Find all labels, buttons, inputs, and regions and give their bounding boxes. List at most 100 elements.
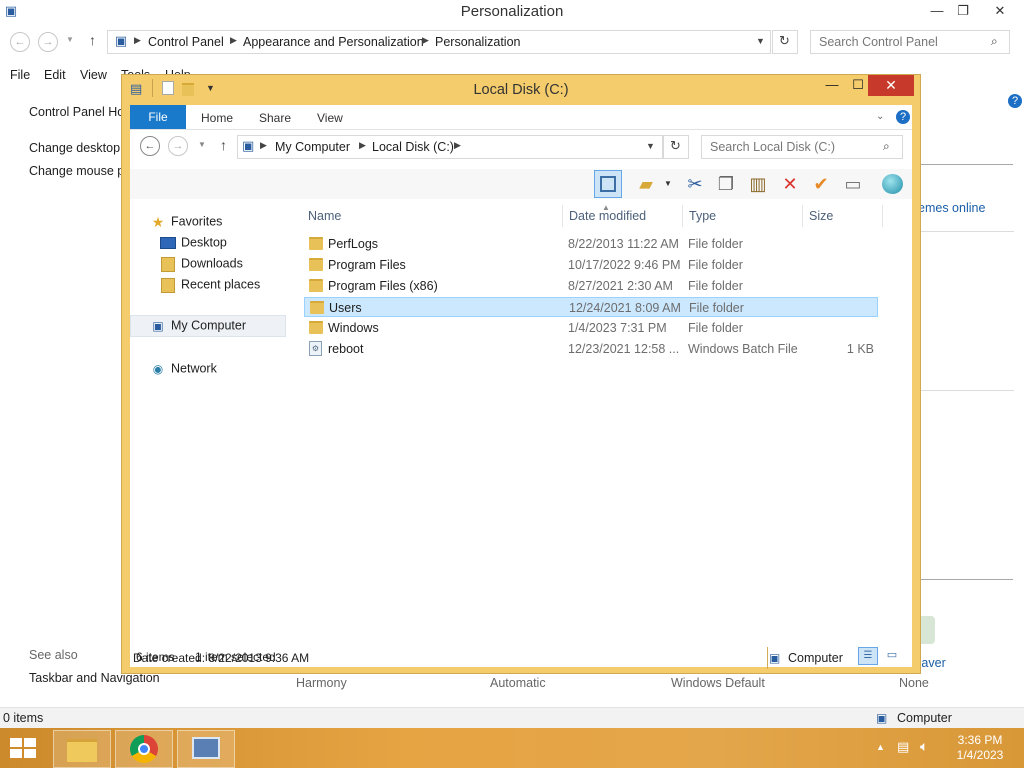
search-placeholder: Search Local Disk (C:) (710, 140, 836, 154)
volume-icon[interactable]: 🔈︎ (920, 738, 928, 755)
network-tray-icon[interactable]: ▤ (897, 739, 909, 755)
tab-share[interactable]: Share (259, 111, 291, 125)
background-address-bar[interactable]: ▣ ▶ Control Panel ▶ Appearance and Perso… (107, 30, 771, 54)
file-type: File folder (688, 258, 743, 272)
folder-icon (309, 237, 323, 250)
breadcrumb-separator: ▶ (359, 140, 366, 150)
nav-network[interactable]: ◉ Network (150, 361, 217, 381)
tab-view[interactable]: View (317, 111, 343, 125)
recent-locations-icon[interactable]: ▼ (198, 140, 206, 149)
up-arrow-icon[interactable]: ↑ (220, 137, 227, 153)
nav-favorites[interactable]: ★ Favorites (150, 214, 223, 234)
explorer-minimize-button[interactable]: — (818, 75, 846, 96)
file-row-program-files[interactable]: Program Files 10/17/2022 9:46 PM File fold… (304, 255, 878, 275)
file-date: 12/23/2021 12:58 ... (568, 342, 680, 356)
chevron-down-icon[interactable]: ▼ (756, 36, 765, 46)
menu-view[interactable]: View (80, 68, 107, 82)
menu-file[interactable]: File (10, 68, 30, 82)
preview-pane-button[interactable] (594, 170, 622, 198)
explorer-close-button[interactable]: ✕ (868, 75, 914, 96)
details-location: Computer (788, 651, 843, 665)
explorer-back-button[interactable]: ← (140, 136, 160, 156)
chevron-down-icon[interactable]: ▼ (646, 141, 655, 151)
tab-home[interactable]: Home (201, 111, 233, 125)
desktop-background-harmony[interactable]: Harmony (296, 676, 347, 690)
breadcrumb-control-panel[interactable]: Control Panel (148, 35, 224, 49)
breadcrumb-appearance[interactable]: Appearance and Personalization (243, 35, 424, 49)
file-row-users[interactable]: Users 12/24/2021 8:09 AM File folder (304, 297, 878, 317)
computer-icon: ▣ (152, 319, 164, 333)
explorer-search-input[interactable]: Search Local Disk (C:) ⌕ (701, 135, 903, 159)
column-date-modified[interactable]: Date modified (569, 209, 646, 223)
file-row-perflogs[interactable]: PerfLogs 8/22/2013 11:22 AM File folder (304, 234, 878, 254)
close-button[interactable]: ✕ (985, 0, 1015, 22)
background-status-location: Computer (897, 711, 952, 725)
delete-icon[interactable]: ✕ (776, 170, 804, 198)
nav-downloads[interactable]: Downloads (160, 256, 243, 276)
help-icon[interactable]: ? (896, 110, 910, 124)
explorer-address-row: ← → ▼ ↑ ▣ ▶ My Computer ▶ Local Disk (C:… (130, 133, 912, 163)
column-name[interactable]: Name (308, 209, 341, 223)
file-explorer-icon (67, 739, 97, 762)
menu-edit[interactable]: Edit (44, 68, 66, 82)
taskbar-file-explorer[interactable] (53, 730, 111, 768)
taskbar-clock[interactable]: 3:36 PM 1/4/2023 (950, 733, 1010, 763)
control-panel-icon: ▣ (114, 33, 128, 48)
rename-icon[interactable]: ▭ (839, 170, 867, 198)
breadcrumb-local-disk[interactable]: Local Disk (C:) (372, 140, 454, 154)
explorer-forward-button[interactable]: → (168, 136, 188, 156)
tab-file[interactable]: File (130, 105, 186, 129)
ribbon-tabs: File Home Share View ⌄ ? (130, 105, 912, 130)
file-row-windows[interactable]: Windows 1/4/2023 7:31 PM File folder (304, 318, 878, 338)
recent-dropdown-icon[interactable]: ▼ (66, 35, 74, 44)
back-button[interactable]: ← (10, 32, 30, 52)
screen-saver-none[interactable]: None (899, 676, 929, 690)
paste-icon[interactable]: ▥ (744, 170, 772, 198)
folder-icon (310, 301, 324, 314)
file-date: 12/24/2021 8:09 AM (569, 301, 681, 315)
network-globe-icon[interactable] (879, 170, 907, 198)
folder-icon (309, 321, 323, 334)
downloads-icon (160, 256, 176, 272)
nav-recent-places[interactable]: Recent places (160, 277, 260, 297)
explorer-address-bar[interactable]: ▣ ▶ My Computer ▶ Local Disk (C:) ▶ ▼ (237, 135, 663, 159)
file-row-program-files-x86[interactable]: Program Files (x86) 8/27/2021 2:30 AM File… (304, 276, 878, 296)
column-size[interactable]: Size (809, 209, 833, 223)
file-date: 8/22/2013 11:22 AM (568, 237, 679, 251)
file-type: Windows Batch File (688, 342, 798, 356)
folder-options-icon[interactable]: ▰ (632, 170, 660, 198)
background-titlebar: ▣ Personalization — ❐ ✕ (0, 0, 1024, 24)
up-arrow-icon[interactable]: ↑ (89, 32, 96, 48)
sounds-windows-default[interactable]: Windows Default (671, 676, 765, 690)
cut-icon[interactable]: ✂ (681, 170, 709, 198)
file-type: File folder (688, 279, 743, 293)
copy-icon[interactable]: ❐ (712, 170, 740, 198)
forward-button[interactable]: → (38, 32, 58, 52)
column-type[interactable]: Type (689, 209, 716, 223)
background-address-row: ← → ▼ ↑ ▣ ▶ Control Panel ▶ Appearance a… (0, 28, 1024, 56)
taskbar-control-panel[interactable] (177, 730, 235, 768)
nav-desktop[interactable]: Desktop (160, 235, 227, 255)
show-hidden-icons-icon[interactable]: ▲ (876, 742, 885, 752)
properties-check-icon[interactable]: ✔ (807, 170, 835, 198)
explorer-toolbar: ▰ ▼ ✂ ❐ ▥ ✕ ✔ ▭ (130, 169, 912, 199)
file-row-reboot[interactable]: ⚙ reboot 12/23/2021 12:58 ... Windows Batch… (304, 339, 878, 359)
explorer-refresh-button[interactable]: ↻ (663, 135, 689, 159)
restore-button[interactable]: ❐ (948, 0, 978, 22)
batch-file-icon: ⚙ (309, 341, 322, 356)
explorer-titlebar[interactable]: ▤ ▼ Local Disk (C:) — ☐ ✕ (122, 75, 920, 105)
breadcrumb-separator: ▶ (260, 140, 267, 150)
breadcrumb-personalization[interactable]: Personalization (435, 35, 520, 49)
refresh-button[interactable]: ↻ (772, 30, 798, 54)
breadcrumb-my-computer[interactable]: My Computer (275, 140, 350, 154)
background-search-input[interactable]: Search Control Panel ⌕ (810, 30, 1010, 54)
color-automatic[interactable]: Automatic (490, 676, 546, 690)
expand-ribbon-icon[interactable]: ⌄ (876, 111, 884, 122)
nav-my-computer[interactable]: ▣ My Computer (130, 315, 286, 337)
breadcrumb-separator: ▶ (454, 140, 461, 150)
start-button[interactable] (10, 738, 36, 758)
taskbar-chrome[interactable] (115, 730, 173, 768)
chevron-down-icon[interactable]: ▼ (664, 179, 672, 188)
recent-places-icon (160, 277, 176, 293)
help-icon[interactable]: ? (1008, 94, 1022, 108)
